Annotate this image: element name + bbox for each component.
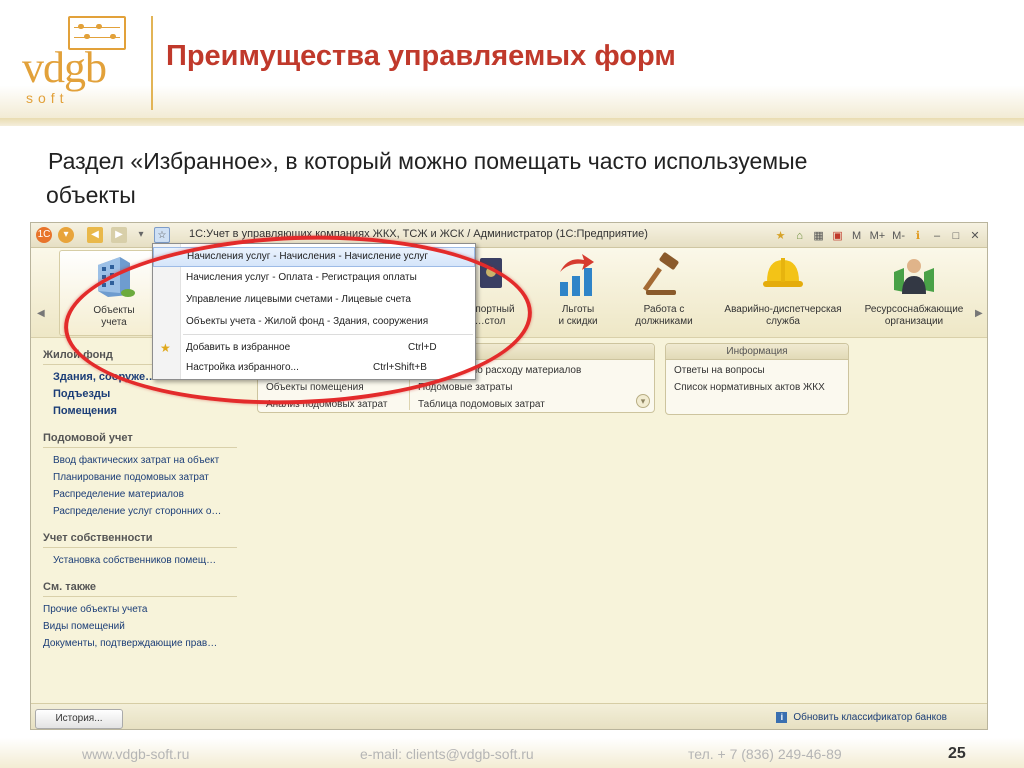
section-emergency[interactable]: Аварийно-диспетчерская служба — [713, 252, 853, 328]
section-suppliers-label: Ресурсоснабжающие организации — [864, 304, 964, 327]
sidebar-item-actual-costs[interactable]: Ввод фактических затрат на объект — [43, 452, 245, 469]
info-regulations-link[interactable]: Список нормативных актов ЖКХ — [666, 379, 848, 396]
info-icon: i — [776, 712, 788, 723]
slide-text-line-1: Раздел «Избранное», в который можно поме… — [48, 148, 808, 174]
sidebar-item-premise-types[interactable]: Виды помещений — [43, 618, 245, 635]
section-benefits-label: Льготы и скидки — [558, 304, 598, 327]
footer-email[interactable]: e-mail: clients@vdgb-soft.ru — [360, 746, 534, 762]
info-panel-header: Информация — [666, 344, 848, 360]
memory-m-button[interactable]: M — [851, 230, 863, 242]
history-dropdown-icon[interactable]: ▾ — [133, 227, 149, 243]
home-icon[interactable]: ⌂ — [794, 230, 806, 242]
main-menu-dropdown-icon[interactable]: ▾ — [58, 227, 74, 243]
info-panel: Информация Ответы на вопросы Список норм… — [665, 343, 849, 415]
section-emergency-label: Аварийно-диспетчерская служба — [724, 304, 842, 327]
toolbar-scroll-right-icon[interactable]: ▶ — [975, 308, 983, 319]
section-debtors-label: Работа с должниками — [635, 304, 693, 327]
slide-footer: www.vdgb-soft.ru e-mail: clients@vdgb-so… — [0, 738, 1024, 768]
close-icon[interactable]: ✕ — [969, 229, 981, 242]
memory-minus-button[interactable]: M- — [892, 230, 905, 242]
sidebar-item-owners[interactable]: Установка собственников помещ… — [43, 552, 245, 569]
sidebar-heading-house-accounting: Подомовой учет — [43, 432, 237, 448]
info-faq-link[interactable]: Ответы на вопросы — [666, 362, 848, 379]
expand-panel-icon[interactable]: ▾ — [636, 394, 650, 408]
logo-text: vdgb — [22, 43, 107, 92]
sidebar-heading-ownership: Учет собственности — [43, 532, 237, 548]
footer-phone: тел. + 7 (836) 249-46-89 — [688, 746, 842, 762]
report-cost-table[interactable]: Таблица подомовых затрат — [410, 396, 650, 413]
logo-divider — [151, 16, 153, 110]
favorites-add-icon[interactable]: ★ — [775, 229, 787, 242]
back-arrow-icon[interactable]: ◀ — [87, 227, 103, 243]
memory-plus-button[interactable]: M+ — [870, 230, 886, 242]
minimize-icon[interactable]: – — [931, 230, 943, 242]
toolbar-scroll-left-icon[interactable]: ◀ — [37, 308, 45, 319]
slide-text-line-2: объекты — [46, 182, 136, 208]
update-bank-classifier-label: Обновить классификатор банков — [793, 712, 947, 723]
report-house-costs[interactable]: Подомовые затраты — [410, 379, 650, 396]
person-icon — [894, 259, 934, 294]
gavel-icon — [642, 252, 679, 295]
slide-title: Преимущества управляемых форм — [166, 40, 676, 72]
info-icon[interactable]: ℹ — [912, 229, 924, 242]
sidebar-item-premises[interactable]: Помещения — [43, 403, 245, 420]
status-bar: История... i Обновить классификатор банко… — [31, 703, 987, 729]
update-bank-classifier-link[interactable]: i Обновить классификатор банков — [776, 712, 947, 723]
section-debtors[interactable]: Работа с должниками — [609, 252, 719, 328]
calculator-icon[interactable]: ▦ — [813, 229, 825, 242]
title-bar-tools: ★ ⌂ ▦ ▣ M M+ M- ℹ – □ ✕ — [775, 227, 981, 244]
sidebar-item-planning[interactable]: Планирование подомовых затрат — [43, 469, 245, 486]
sidebar-item-other-objects[interactable]: Прочие объекты учета — [43, 601, 245, 618]
footer-website[interactable]: www.vdgb-soft.ru — [82, 746, 189, 762]
app-menu-icon[interactable]: 1С — [36, 227, 52, 243]
vdgb-logo: vdgb soft — [18, 12, 143, 107]
sidebar-item-materials[interactable]: Распределение материалов — [43, 486, 245, 503]
maximize-icon[interactable]: □ — [950, 230, 962, 242]
hard-hat-icon — [763, 258, 803, 287]
sidebar-item-services[interactable]: Распределение услуг сторонних о… — [43, 503, 245, 520]
page-number: 25 — [948, 745, 966, 762]
bar-chart-arrow-icon — [560, 254, 594, 296]
logo-subtext: soft — [26, 90, 69, 106]
slide-text: Раздел «Избранное», в который можно поме… — [46, 144, 998, 212]
history-button[interactable]: История... — [35, 709, 123, 729]
header-band — [0, 118, 1024, 126]
section-suppliers[interactable]: Ресурсоснабжающие организации — [857, 252, 971, 328]
calendar-icon[interactable]: ▣ — [832, 229, 844, 242]
favorites-star-icon[interactable]: ☆ — [154, 227, 170, 243]
sidebar-heading-see-also: См. также — [43, 581, 237, 597]
forward-arrow-icon[interactable]: ▶ — [111, 227, 127, 243]
sidebar-item-documents[interactable]: Документы, подтверждающие прав… — [43, 635, 245, 652]
